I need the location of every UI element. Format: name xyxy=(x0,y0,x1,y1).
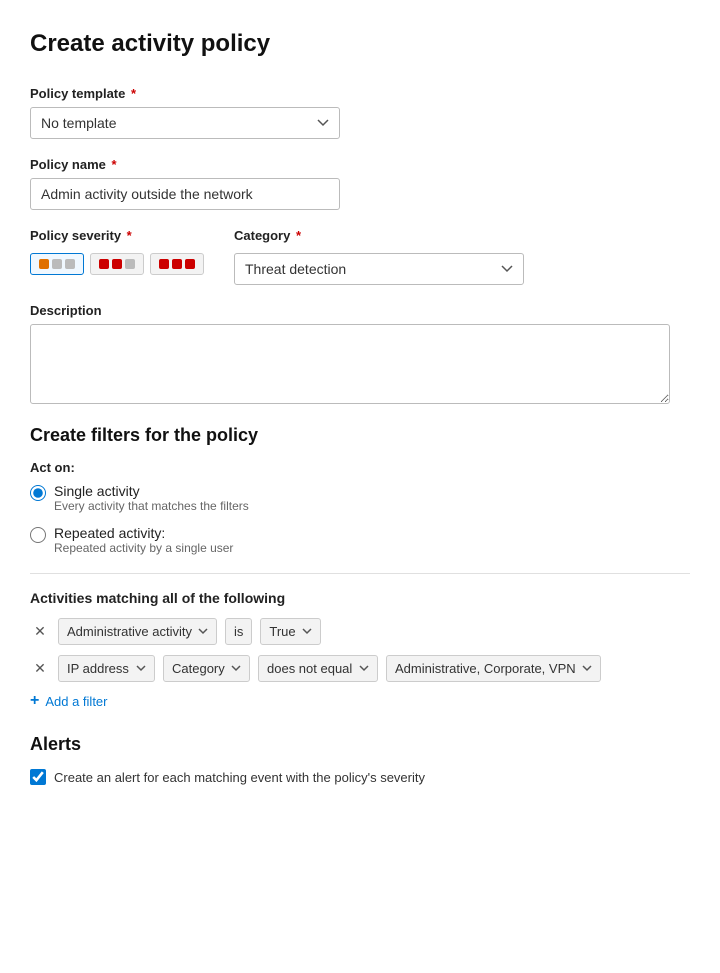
severity-dot-8 xyxy=(172,259,182,269)
category-group: Category * Threat detection xyxy=(234,228,524,285)
add-filter-label: Add a filter xyxy=(45,694,107,709)
severity-dot-2 xyxy=(52,259,62,269)
matching-section: Activities matching all of the following… xyxy=(30,590,690,710)
severity-dot-1 xyxy=(39,259,49,269)
severity-dot-4 xyxy=(99,259,109,269)
add-filter-button[interactable]: + Add a filter xyxy=(30,692,108,710)
alerts-title: Alerts xyxy=(30,734,690,755)
policy-name-input[interactable] xyxy=(30,178,340,210)
radio-repeated-input[interactable] xyxy=(30,527,46,543)
radio-single-label: Single activity xyxy=(54,483,249,499)
filter-1-remove-button[interactable]: ✕ xyxy=(30,622,50,642)
severity-low-button[interactable] xyxy=(30,253,84,275)
policy-template-select[interactable]: No template xyxy=(30,107,340,139)
severity-dot-7 xyxy=(159,259,169,269)
alert-checkbox[interactable] xyxy=(30,769,46,785)
policy-name-group: Policy name * xyxy=(30,157,690,210)
policy-template-group: Policy template * No template xyxy=(30,86,690,139)
filters-section: Create filters for the policy Act on: Si… xyxy=(30,425,690,555)
page-title: Create activity policy xyxy=(30,30,690,58)
description-group: Description xyxy=(30,303,690,407)
filter-1-field-select[interactable]: Administrative activity xyxy=(58,618,217,645)
description-textarea[interactable] xyxy=(30,324,670,404)
filter-2-value-select[interactable]: Administrative, Corporate, VPN xyxy=(386,655,601,682)
category-label: Category * xyxy=(234,228,524,243)
plus-icon: + xyxy=(30,692,39,710)
filters-section-title: Create filters for the policy xyxy=(30,425,690,446)
radio-repeated-activity[interactable]: Repeated activity: Repeated activity by … xyxy=(30,525,690,555)
filter-row-2: ✕ IP address Category does not equal Adm… xyxy=(30,655,690,682)
category-select[interactable]: Threat detection xyxy=(234,253,524,285)
radio-repeated-label: Repeated activity: xyxy=(54,525,233,541)
filter-2-subfield-select[interactable]: Category xyxy=(163,655,250,682)
severity-dot-9 xyxy=(185,259,195,269)
alert-checkbox-label: Create an alert for each matching event … xyxy=(54,770,425,785)
filter-2-remove-button[interactable]: ✕ xyxy=(30,659,50,679)
filter-2-field-select[interactable]: IP address xyxy=(58,655,155,682)
severity-dot-6 xyxy=(125,259,135,269)
filter-2-operator-select[interactable]: does not equal xyxy=(258,655,378,682)
radio-group: Single activity Every activity that matc… xyxy=(30,483,690,555)
severity-medium-button[interactable] xyxy=(90,253,144,275)
divider xyxy=(30,573,690,574)
radio-repeated-sub: Repeated activity by a single user xyxy=(54,541,233,555)
filter-1-operator: is xyxy=(225,618,252,645)
matching-title: Activities matching all of the following xyxy=(30,590,690,606)
act-on-label: Act on: xyxy=(30,460,690,475)
severity-category-row: Policy severity * Categ xyxy=(30,228,690,285)
radio-single-activity[interactable]: Single activity Every activity that matc… xyxy=(30,483,690,513)
alerts-section: Alerts Create an alert for each matching… xyxy=(30,734,690,785)
severity-dot-5 xyxy=(112,259,122,269)
policy-template-label: Policy template * xyxy=(30,86,690,101)
policy-name-label: Policy name * xyxy=(30,157,690,172)
severity-dot-3 xyxy=(65,259,75,269)
severity-buttons xyxy=(30,253,204,275)
radio-single-sub: Every activity that matches the filters xyxy=(54,499,249,513)
alert-checkbox-row: Create an alert for each matching event … xyxy=(30,769,690,785)
filter-row-1: ✕ Administrative activity is True xyxy=(30,618,690,645)
severity-high-button[interactable] xyxy=(150,253,204,275)
radio-single-input[interactable] xyxy=(30,485,46,501)
severity-label: Policy severity * xyxy=(30,228,204,243)
description-label: Description xyxy=(30,303,690,318)
filter-1-value-select[interactable]: True xyxy=(260,618,321,645)
severity-group: Policy severity * xyxy=(30,228,204,275)
